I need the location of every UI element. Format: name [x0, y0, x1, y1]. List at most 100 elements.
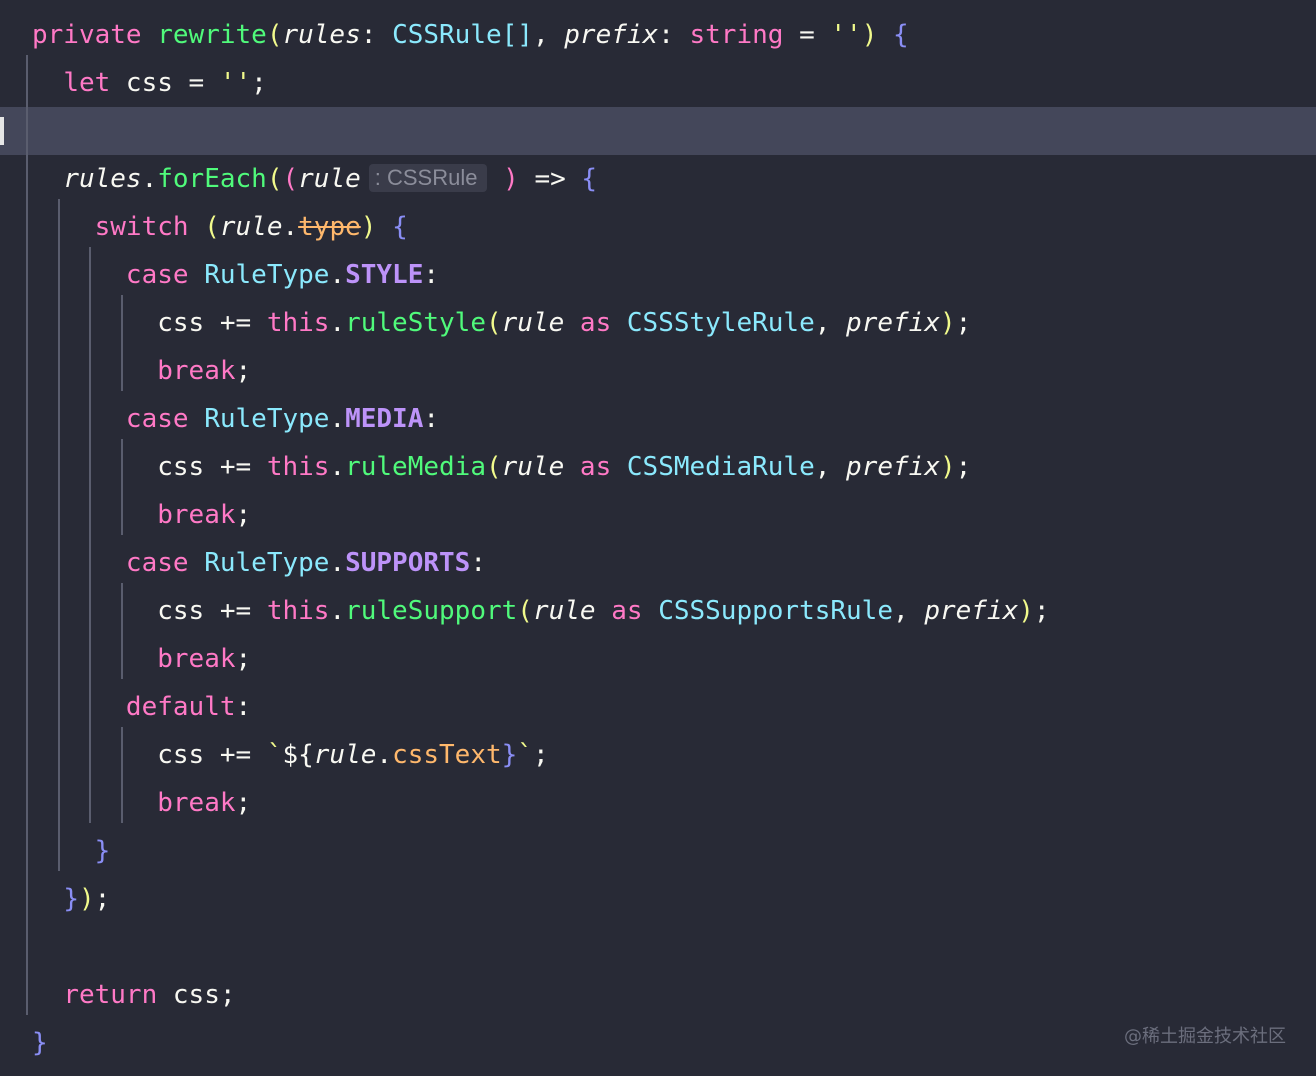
- code-line[interactable]: css += this.ruleMedia(rule as CSSMediaRu…: [0, 443, 1316, 491]
- code-token: case: [125, 548, 189, 578]
- code-token: ;: [235, 356, 252, 386]
- code-token: ruleStyle: [345, 308, 486, 338]
- code-token: ,: [814, 308, 847, 338]
- code-line[interactable]: private rewrite(rules: CSSRule[], prefix…: [0, 11, 1316, 59]
- code-token: cssText: [392, 740, 502, 770]
- code-token: ): [1018, 596, 1034, 626]
- code-line[interactable]: });: [0, 875, 1316, 923]
- code-token: .: [329, 452, 346, 482]
- code-line[interactable]: }: [0, 827, 1316, 875]
- code-token: ;: [955, 308, 972, 338]
- code-token: .: [329, 548, 346, 578]
- code-token: ${: [282, 740, 314, 770]
- code-token: prefix: [924, 596, 1019, 626]
- code-token: {: [893, 20, 909, 50]
- code-token: this: [266, 308, 330, 338]
- code-token: (: [485, 452, 502, 482]
- code-token: case: [125, 260, 189, 290]
- code-token: break: [157, 356, 236, 386]
- code-line[interactable]: let css = '';: [0, 59, 1316, 107]
- code-token: .: [282, 212, 299, 242]
- code-token: rewrite: [157, 20, 267, 50]
- code-token: .: [329, 404, 346, 434]
- code-token: ): [503, 164, 519, 194]
- code-token: ): [939, 452, 956, 482]
- code-token: css +=: [32, 740, 267, 770]
- code-token: }: [63, 884, 79, 914]
- code-token: (: [517, 596, 533, 626]
- code-line[interactable]: break;: [0, 635, 1316, 683]
- code-line[interactable]: rules.forEach((rule: CSSRule ) => {: [0, 155, 1316, 203]
- code-line[interactable]: default:: [0, 683, 1316, 731]
- code-token: this: [266, 452, 330, 482]
- code-token: (: [282, 164, 299, 194]
- code-line[interactable]: break;: [0, 347, 1316, 395]
- code-token: rule: [501, 308, 565, 338]
- code-token: switch: [94, 212, 189, 242]
- code-token: rule: [219, 212, 283, 242]
- code-line[interactable]: }: [0, 1019, 1316, 1067]
- code-token: :: [658, 20, 690, 50]
- code-token: ,: [814, 452, 847, 482]
- code-token: as: [579, 452, 612, 482]
- code-token: {: [581, 164, 598, 194]
- code-token: `: [266, 740, 283, 770]
- code-token: ,: [532, 20, 565, 50]
- code-token: css;: [157, 980, 236, 1010]
- code-token: ;: [532, 740, 549, 770]
- code-line[interactable]: css += `${rule.cssText}`;: [0, 731, 1316, 779]
- code-token: css +=: [32, 596, 267, 626]
- code-token: :: [470, 548, 486, 578]
- code-token: ,: [893, 596, 925, 626]
- code-token: as: [611, 596, 643, 626]
- code-token: let: [63, 68, 111, 98]
- code-line[interactable]: case RuleType.SUPPORTS:: [0, 539, 1316, 587]
- indent-guide: [121, 439, 123, 535]
- code-token: ;: [251, 68, 267, 98]
- code-token: :: [235, 692, 252, 722]
- code-token: RuleType: [204, 548, 330, 578]
- code-token: rule: [313, 740, 377, 770]
- code-token: (: [266, 164, 283, 194]
- indent-guide: [121, 583, 123, 679]
- code-token: ruleMedia: [345, 452, 486, 482]
- code-line[interactable]: css += this.ruleStyle(rule as CSSStyleRu…: [0, 299, 1316, 347]
- code-token: forEach: [157, 164, 267, 194]
- code-token: rule: [532, 596, 596, 626]
- code-token: ;: [235, 500, 252, 530]
- code-token: break: [157, 644, 236, 674]
- code-token: RuleType: [204, 404, 330, 434]
- code-editor[interactable]: private rewrite(rules: CSSRule[], prefix…: [0, 0, 1316, 1076]
- code-token: :: [423, 404, 440, 434]
- code-line[interactable]: break;: [0, 779, 1316, 827]
- code-line[interactable]: case RuleType.STYLE:: [0, 251, 1316, 299]
- code-token: css =: [110, 68, 220, 98]
- code-token: STYLE: [345, 260, 424, 290]
- code-line[interactable]: css += this.ruleSupport(rule as CSSSuppo…: [0, 587, 1316, 635]
- code-token: (: [485, 308, 502, 338]
- code-line[interactable]: [0, 923, 1316, 971]
- code-line[interactable]: [0, 107, 1316, 155]
- code-line[interactable]: switch (rule.type) {: [0, 203, 1316, 251]
- code-token: prefix: [564, 20, 659, 50]
- code-line[interactable]: case RuleType.MEDIA:: [0, 395, 1316, 443]
- code-token: return: [63, 980, 158, 1010]
- code-token: (: [204, 212, 220, 242]
- code-line[interactable]: return css;: [0, 971, 1316, 1019]
- code-token: `: [517, 740, 533, 770]
- code-token: {: [392, 212, 408, 242]
- code-line[interactable]: break;: [0, 491, 1316, 539]
- code-token: ): [939, 308, 956, 338]
